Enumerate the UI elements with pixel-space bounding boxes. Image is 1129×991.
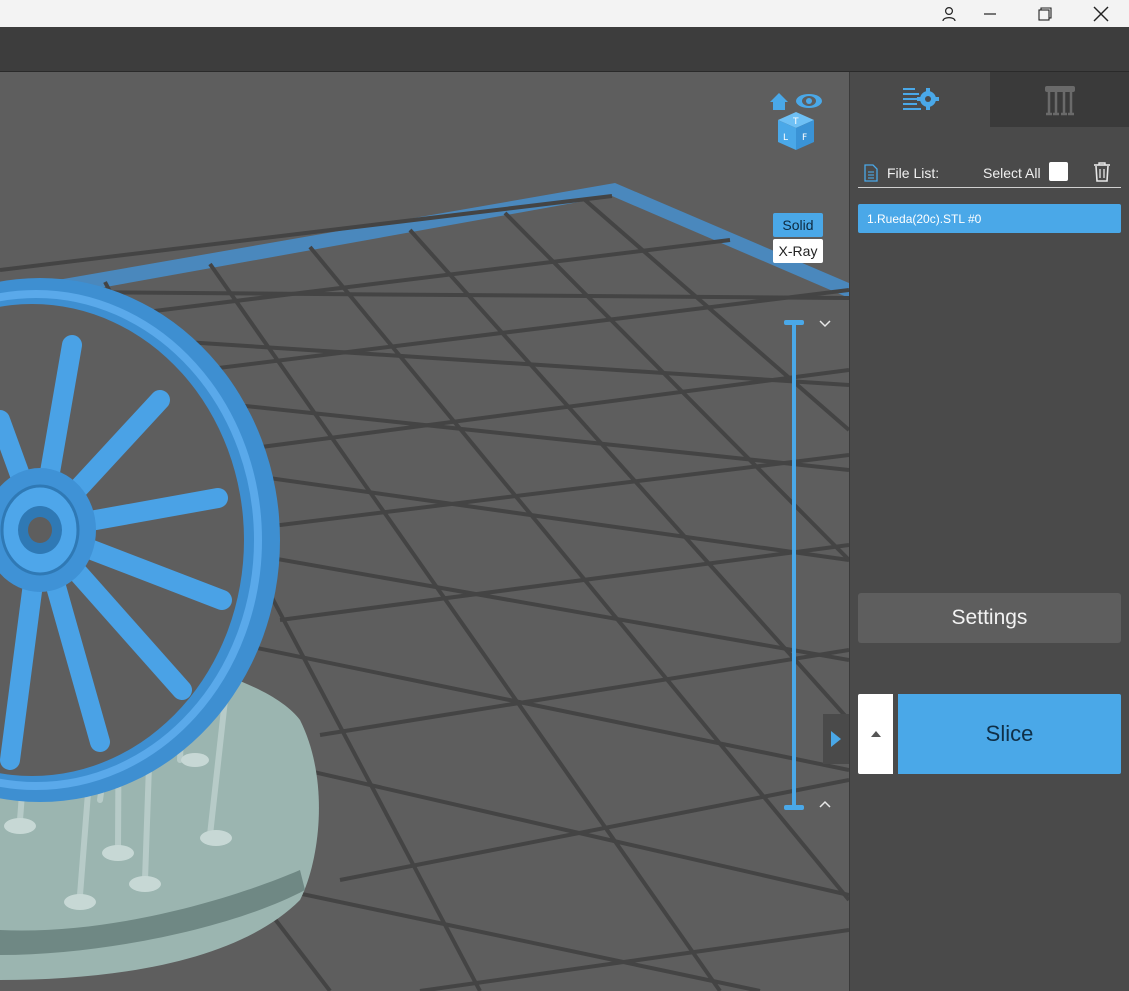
restore-icon — [1038, 6, 1052, 21]
3d-viewport[interactable]: T L F Solid X-Ray — [0, 72, 849, 991]
slice-button[interactable]: Slice — [898, 694, 1121, 774]
svg-text:T: T — [792, 117, 799, 127]
layer-slider[interactable] — [784, 320, 804, 810]
panel-toggle-button[interactable] — [823, 714, 849, 764]
layer-slider-top-handle — [784, 320, 804, 325]
document-icon — [864, 163, 878, 182]
minimize-icon — [984, 12, 996, 15]
chevron-up-icon[interactable] — [817, 798, 833, 810]
restore-button[interactable] — [1021, 0, 1069, 27]
layer-slider-bottom-handle — [784, 805, 804, 810]
solid-view-button[interactable]: Solid — [773, 213, 823, 237]
chevron-down-icon[interactable] — [817, 318, 833, 330]
tab-supports[interactable] — [990, 72, 1129, 127]
close-icon — [1093, 6, 1109, 21]
right-panel: File List: Select All 1.Rueda(20c).STL #… — [849, 72, 1129, 991]
file-list-header: File List: Select All — [858, 158, 1121, 188]
user-icon — [942, 6, 956, 21]
app-window: T L F Solid X-Ray File List: Select All … — [0, 0, 1129, 991]
tab-print-settings[interactable] — [850, 72, 990, 127]
view-cube[interactable]: T L F — [765, 90, 827, 152]
minimize-button[interactable] — [966, 0, 1014, 27]
title-bar — [0, 0, 1129, 27]
select-all-checkbox[interactable] — [1049, 162, 1068, 181]
view-cube-icon: T L F — [770, 93, 822, 150]
build-plate-scene — [0, 183, 849, 991]
supports-icon — [1045, 85, 1075, 115]
svg-text:L: L — [783, 133, 788, 143]
select-all-label: Select All — [983, 164, 1041, 181]
home-icon — [770, 93, 788, 110]
settings-button[interactable]: Settings — [858, 593, 1121, 643]
file-list-label: File List: — [887, 164, 940, 181]
triangle-right-icon — [831, 731, 841, 747]
caret-up-icon — [870, 731, 881, 737]
close-button[interactable] — [1077, 0, 1125, 27]
xray-view-button[interactable]: X-Ray — [773, 239, 823, 263]
file-list-item[interactable]: 1.Rueda(20c).STL #0 — [858, 204, 1121, 233]
svg-text:F: F — [802, 133, 807, 143]
list-gear-icon — [903, 87, 939, 110]
trash-icon[interactable] — [1092, 161, 1112, 183]
slice-options-button[interactable] — [858, 694, 893, 774]
toolbar — [0, 27, 1129, 72]
